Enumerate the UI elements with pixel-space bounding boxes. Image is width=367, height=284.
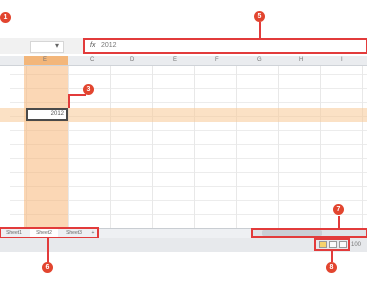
status-bar [0, 238, 367, 252]
callout-badge: 8 [326, 262, 337, 273]
callout-line [259, 22, 261, 39]
fx-icon[interactable]: fx [90, 41, 95, 51]
formula-input[interactable] [83, 38, 367, 54]
sheet-tabs-highlight [0, 227, 99, 239]
active-cell-value: 2012 [50, 111, 64, 117]
callout-line [47, 238, 49, 263]
zoom-level[interactable]: 100 [351, 240, 361, 250]
callout-line [338, 216, 340, 229]
callout-badge: 6 [42, 262, 53, 273]
callout-line [68, 94, 86, 96]
column-header-label[interactable]: I [341, 56, 343, 65]
callout-badge: 3 [83, 84, 94, 95]
callout-line [68, 94, 70, 108]
selected-column-highlight [24, 66, 68, 228]
column-header-label[interactable]: E [173, 56, 177, 65]
formula-content: 2012 [101, 42, 117, 49]
view-buttons-highlight [314, 238, 350, 251]
callout-badge: 7 [333, 204, 344, 215]
callout-badge: 5 [254, 11, 265, 22]
column-header-label[interactable]: H [299, 56, 303, 65]
column-header-label[interactable]: C [90, 56, 94, 65]
column-header-label[interactable]: F [215, 56, 219, 65]
column-header-label[interactable]: D [130, 56, 134, 65]
scrollbar-thumb[interactable] [262, 230, 322, 236]
callout-badge: 1 [0, 12, 11, 23]
callout-line [331, 250, 333, 262]
column-header-label[interactable]: G [257, 56, 262, 65]
name-box-dropdown-icon[interactable]: ▾ [55, 41, 59, 51]
column-header-label[interactable]: E [43, 56, 47, 65]
